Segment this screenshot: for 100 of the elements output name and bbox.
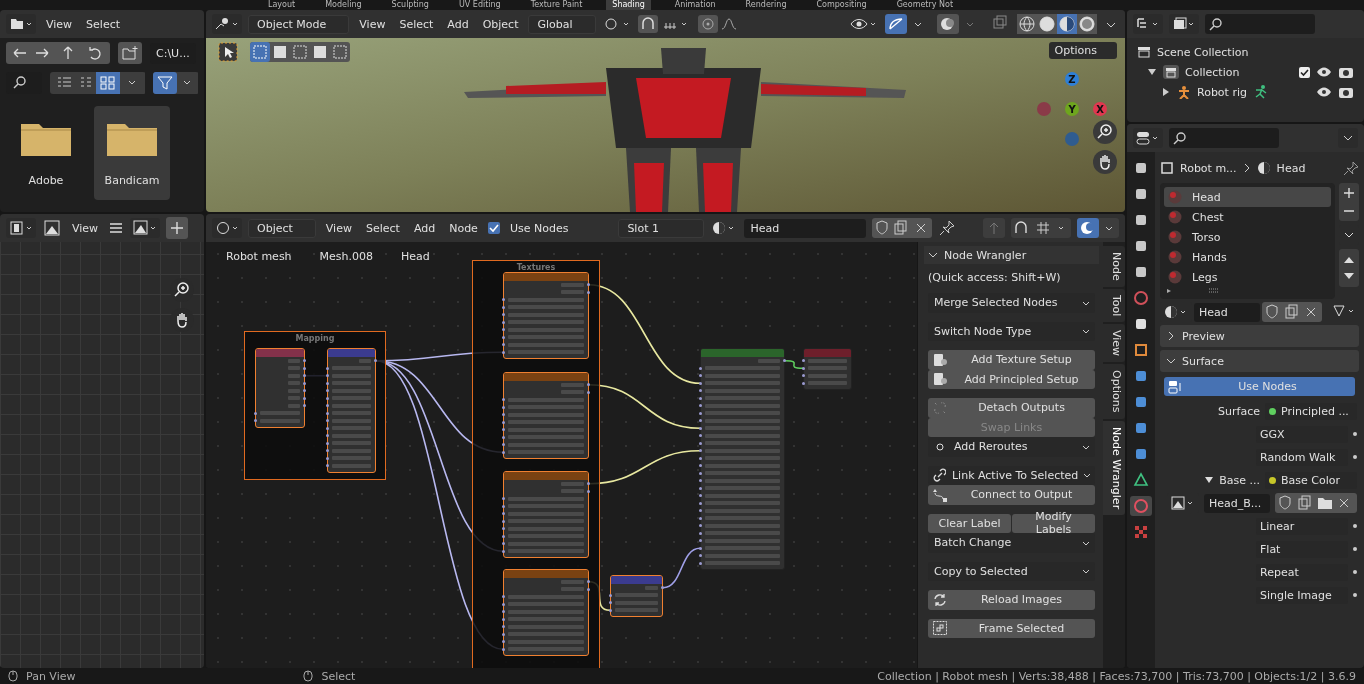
workspace-tab[interactable]: Texture Paint (524, 0, 589, 10)
menu-item[interactable]: Add (409, 219, 440, 237)
sidebar-menu[interactable]: Link Active To Selected (949, 468, 1079, 482)
expand-icon[interactable] (1147, 67, 1157, 77)
menu-item[interactable]: Select (82, 15, 125, 33)
select-tool-icon[interactable] (218, 42, 238, 62)
eye-icon[interactable] (1316, 66, 1332, 78)
image-actions-icon[interactable] (1275, 493, 1357, 513)
slot-dropdown[interactable]: Slot 1 (618, 218, 705, 238)
property-dropdown[interactable]: Flat (1256, 540, 1348, 558)
wireframe-shading-button[interactable] (1017, 14, 1037, 34)
menu-item[interactable]: Select (361, 219, 404, 237)
sidebar-tab[interactable]: Options (1103, 364, 1125, 419)
move-arrows-icon[interactable] (1339, 249, 1359, 287)
shader-node-drawing[interactable] (255, 348, 305, 428)
sidebar-menu[interactable]: Merge Selected Nodes (932, 296, 1077, 310)
property-dropdown[interactable]: Single Image (1256, 586, 1348, 604)
workspace-tab[interactable]: Shading (606, 0, 651, 10)
hand-icon[interactable] (170, 308, 194, 332)
keyframe-icon[interactable] (1353, 547, 1357, 551)
breadcrumb[interactable]: Robot m... (1180, 161, 1237, 175)
shader-field[interactable]: Base Color (1265, 471, 1357, 489)
workspace-tab[interactable]: Modeling (319, 0, 368, 10)
shader-field[interactable]: Principled ... (1265, 402, 1357, 420)
mode-dropdown[interactable]: Object (248, 218, 316, 238)
camera-icon[interactable] (1338, 66, 1354, 78)
material-slot[interactable]: Hands (1192, 250, 1227, 264)
material-name-field[interactable]: Head (744, 218, 867, 238)
shader-node-drawing[interactable] (503, 569, 589, 656)
property-dropdown[interactable]: Random Walk (1256, 448, 1348, 466)
search-field[interactable] (1169, 128, 1279, 148)
zoom-icon[interactable] (170, 278, 194, 302)
property-dropdown[interactable]: Repeat (1256, 563, 1348, 581)
folder-item[interactable]: Adobe (8, 106, 84, 200)
new-folder-icon[interactable] (118, 42, 142, 64)
checkbox-label[interactable]: Use Nodes (505, 219, 573, 237)
tree-item[interactable]: Scene Collection (1157, 45, 1249, 59)
menu-item[interactable]: Select (395, 15, 438, 33)
keyframe-icon[interactable] (1353, 524, 1357, 528)
breadcrumb[interactable]: Head (401, 250, 430, 263)
material-slot[interactable]: Legs (1192, 270, 1218, 284)
display-mode-buttons[interactable] (49, 72, 145, 94)
material-name-field[interactable]: Head (1194, 302, 1260, 322)
menu-item[interactable]: Object (478, 15, 523, 33)
eye-icon[interactable] (1316, 86, 1332, 98)
filter-button[interactable] (152, 72, 198, 94)
node-frame[interactable]: Textures (472, 260, 600, 668)
image-name-field[interactable]: Head_B... (1204, 493, 1270, 513)
shader-node-drawing[interactable] (803, 348, 852, 390)
solid-shading-button[interactable] (1037, 14, 1057, 34)
sidebar-button[interactable]: Modify Labels (1012, 513, 1095, 533)
folder-item[interactable]: Bandicam (94, 106, 170, 200)
keyframe-icon[interactable] (1353, 432, 1357, 436)
menu-item[interactable]: Add (443, 15, 473, 33)
mode-dropdown[interactable]: Object Mode (248, 14, 350, 34)
search-field[interactable] (1205, 14, 1315, 34)
keyframe-icon[interactable] (1353, 593, 1357, 597)
sidebar-tab[interactable]: Tool (1103, 288, 1125, 323)
panel-header[interactable]: Preview (1160, 325, 1359, 347)
panel-header[interactable]: Surface (1160, 350, 1359, 372)
breadcrumb[interactable]: Head (1276, 161, 1306, 175)
tree-item[interactable]: Collection (1185, 65, 1240, 79)
sidebar-tab[interactable]: View (1103, 324, 1125, 363)
sidebar-menu[interactable]: Add Reroutes (952, 440, 1077, 454)
shader-node-drawing[interactable] (327, 348, 376, 473)
menu-icon[interactable] (108, 221, 125, 235)
shader-node-drawing[interactable] (503, 272, 589, 359)
overlay-icon[interactable] (1077, 218, 1119, 238)
camera-icon[interactable] (1338, 86, 1354, 98)
material-actions-icon[interactable] (1262, 302, 1322, 322)
menu-item[interactable]: View (355, 15, 390, 33)
shader-node-drawing[interactable] (700, 348, 785, 570)
orientation-dropdown[interactable]: Global (528, 14, 596, 34)
material-tab-icon[interactable] (1130, 496, 1152, 516)
workspace-tab[interactable]: Layout (262, 0, 302, 10)
parent-node-icon[interactable] (983, 218, 1005, 238)
checkbox[interactable] (1299, 66, 1310, 78)
new-image-icon[interactable] (166, 217, 189, 239)
selection-mode-buttons[interactable] (250, 42, 350, 62)
sidebar-menu[interactable]: Batch Change (932, 536, 1077, 550)
material-shading-button[interactable] (1057, 14, 1077, 34)
node-frame[interactable]: Mapping (244, 331, 386, 480)
menu-item[interactable]: View (321, 219, 356, 237)
menu-item[interactable]: Node (445, 219, 482, 237)
material-slot[interactable]: Torso (1192, 230, 1221, 244)
property-dropdown[interactable]: GGX (1256, 425, 1348, 443)
sidebar-menu[interactable]: Switch Node Type (932, 324, 1077, 338)
hand-icon[interactable] (1093, 150, 1117, 174)
material-slot[interactable]: Head (1192, 190, 1221, 204)
workspace-tab[interactable]: Sculpting (385, 0, 435, 10)
sidebar-tab[interactable]: Node Wrangler (1103, 420, 1125, 515)
keyframe-icon[interactable] (1353, 570, 1357, 574)
pin-icon[interactable] (938, 219, 957, 237)
shader-node-drawing[interactable] (503, 471, 589, 558)
rendered-shading-button[interactable] (1077, 14, 1097, 34)
property-dropdown[interactable]: Linear (1256, 517, 1348, 535)
sidebar-menu[interactable]: Copy to Selected (932, 564, 1077, 578)
expand-icon[interactable] (1204, 475, 1215, 485)
image-icon[interactable] (42, 218, 62, 238)
material-slot[interactable]: Chest (1192, 210, 1224, 224)
